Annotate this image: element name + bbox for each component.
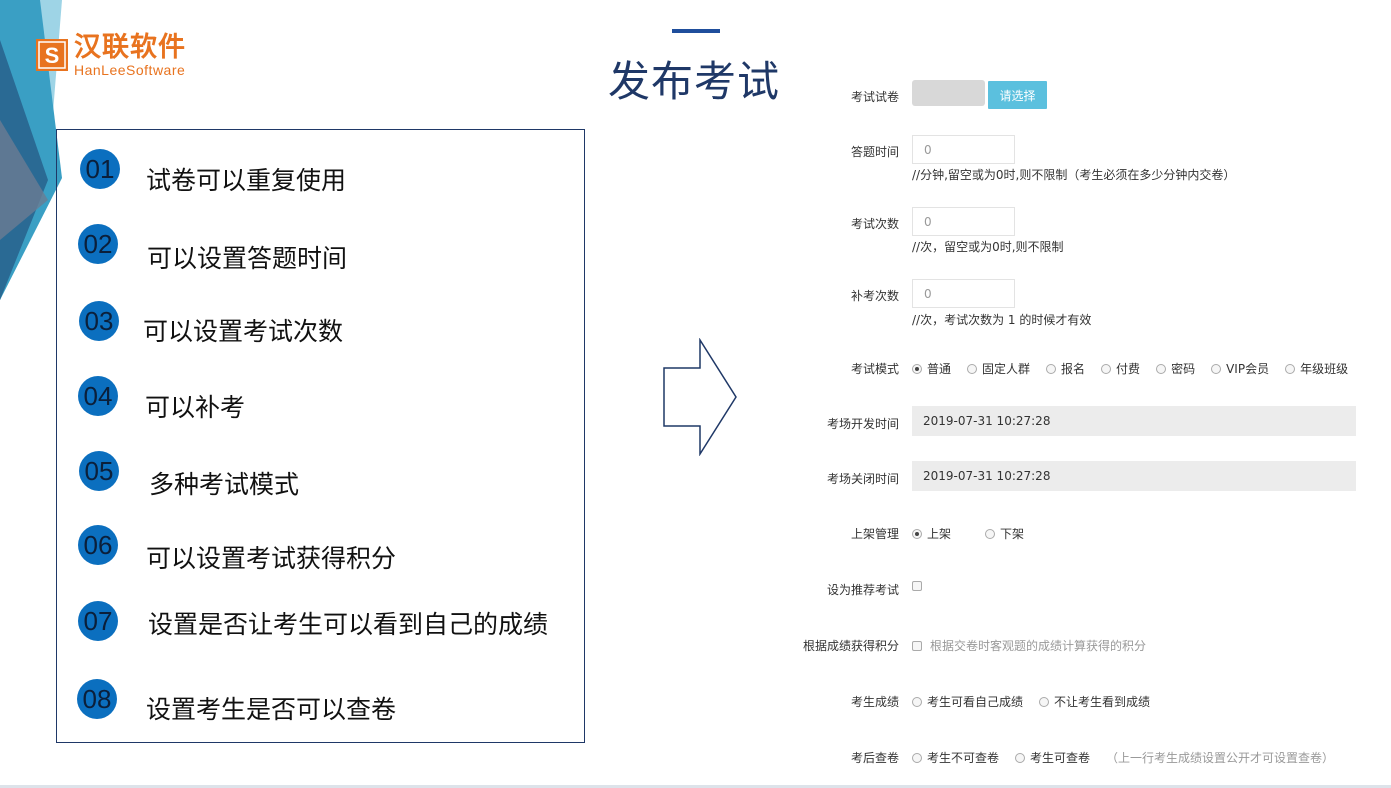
- exam-mode-label: 考试模式: [850, 362, 899, 376]
- makeup-times-hint: //次，考试次数为 1 的时候才有效: [912, 313, 1092, 327]
- publish-exam-form: 考试试卷 请选择 答题时间 0 //分钟,留空或为0时,则不限制（考生必须在多少…: [760, 0, 1391, 788]
- radio-icon: [1101, 363, 1112, 374]
- answer-time-hint: //分钟,留空或为0时,则不限制（考生必须在多少分钟内交卷）: [912, 168, 1236, 182]
- paper-display-field[interactable]: [912, 80, 985, 106]
- right-arrow-icon: [663, 338, 737, 456]
- logo-text-en: HanLeeSoftware: [74, 62, 186, 78]
- radio-checked-icon: [912, 363, 922, 374]
- feature-text: 多种考试模式: [149, 470, 300, 499]
- radio-icon: [1039, 696, 1050, 707]
- recommend-checkbox[interactable]: [912, 581, 922, 591]
- exam-times-hint: //次，留空或为0时,则不限制: [912, 240, 1064, 254]
- points-checkbox[interactable]: [912, 640, 922, 651]
- mode-option[interactable]: 密码: [1156, 360, 1195, 377]
- radio-icon: [1285, 363, 1296, 374]
- score-view-radio-group: 考生可看自己成绩 不让考生看到成绩: [912, 693, 1166, 710]
- feature-item: 06: [78, 525, 118, 565]
- feature-text: 设置是否让考生可以看到自己的成绩: [148, 610, 549, 639]
- feature-item: 05: [79, 451, 119, 491]
- radio-icon: [912, 752, 922, 763]
- logo-text-cn: 汉联软件: [74, 32, 186, 63]
- feature-number-badge: 05: [79, 451, 119, 491]
- feature-number-badge: 07: [78, 601, 118, 641]
- radio-icon: [1015, 752, 1026, 763]
- mode-option[interactable]: 年级班级: [1285, 360, 1348, 377]
- paper-label: 考试试卷: [850, 90, 899, 104]
- shelf-radio-group: 上架 下架: [912, 525, 1040, 542]
- feature-text: 可以设置考试获得积分: [146, 544, 397, 573]
- mode-option[interactable]: 固定人群: [967, 360, 1030, 377]
- recommend-label: 设为推荐考试: [826, 583, 899, 597]
- choose-paper-button[interactable]: 请选择: [988, 81, 1047, 109]
- open-time-label: 考场开发时间: [826, 417, 899, 431]
- mode-option[interactable]: 报名: [1046, 360, 1085, 377]
- shelf-option[interactable]: 上架: [912, 525, 951, 542]
- feature-number-badge: 01: [80, 149, 120, 189]
- review-label: 考后查卷: [850, 751, 899, 765]
- feature-number-badge: 02: [78, 224, 118, 264]
- mode-option[interactable]: 付费: [1101, 360, 1140, 377]
- exam-times-input[interactable]: 0: [912, 207, 1015, 236]
- review-option[interactable]: 考生可查卷: [1015, 749, 1090, 766]
- makeup-times-input[interactable]: 0: [912, 279, 1015, 308]
- radio-icon: [967, 363, 978, 374]
- company-logo: S 汉联软件 HanLeeSoftware: [36, 33, 186, 78]
- points-checkbox-wrap: 根据交卷时客观题的成绩计算获得的积分: [912, 637, 1146, 654]
- shelf-option[interactable]: 下架: [985, 525, 1024, 542]
- feature-number-badge: 04: [78, 376, 118, 416]
- exam-mode-radio-group: 普通 固定人群 报名 付费 密码 VIP会员 年级班级: [912, 360, 1348, 377]
- shelf-label: 上架管理: [850, 527, 899, 541]
- review-note: （上一行考生成绩设置公开才可设置查卷）: [1106, 751, 1335, 765]
- makeup-times-label: 补考次数: [850, 289, 899, 303]
- radio-icon: [1046, 363, 1057, 374]
- feature-number-badge: 03: [79, 301, 119, 341]
- feature-text: 设置考生是否可以查卷: [146, 695, 397, 724]
- answer-time-input[interactable]: 0: [912, 135, 1015, 164]
- radio-icon: [985, 528, 996, 539]
- feature-text: 可以设置答题时间: [147, 244, 348, 273]
- feature-text: 试卷可以重复使用: [146, 166, 347, 195]
- radio-icon: [1156, 363, 1167, 374]
- radio-icon: [1211, 363, 1222, 374]
- exam-times-label: 考试次数: [850, 217, 899, 231]
- svg-text:S: S: [45, 43, 60, 68]
- feature-item: 04: [78, 376, 118, 416]
- open-time-field[interactable]: 2019-07-31 10:27:28: [912, 406, 1356, 436]
- score-view-label: 考生成绩: [850, 695, 899, 709]
- review-radio-group: 考生不可查卷 考生可查卷 （上一行考生成绩设置公开才可设置查卷）: [912, 749, 1334, 766]
- radio-checked-icon: [912, 528, 922, 539]
- score-view-option[interactable]: 考生可看自己成绩: [912, 693, 1023, 710]
- recommend-checkbox-wrap: [912, 581, 930, 591]
- feature-item: 03: [79, 301, 119, 341]
- feature-item: 02: [78, 224, 118, 264]
- answer-time-label: 答题时间: [850, 145, 899, 159]
- review-option[interactable]: 考生不可查卷: [912, 749, 999, 766]
- points-label: 根据成绩获得积分: [802, 639, 899, 653]
- mode-option[interactable]: 普通: [912, 360, 951, 377]
- points-description: 根据交卷时客观题的成绩计算获得的积分: [930, 639, 1147, 653]
- close-time-field[interactable]: 2019-07-31 10:27:28: [912, 461, 1356, 491]
- title-accent-bar: [672, 29, 720, 33]
- feature-number-badge: 08: [77, 679, 117, 719]
- feature-list-box: 01 试卷可以重复使用 02 可以设置答题时间 03 可以设置考试次数 04 可…: [56, 129, 585, 743]
- logo-icon: S: [36, 39, 68, 71]
- mode-option[interactable]: VIP会员: [1211, 360, 1269, 377]
- feature-number-badge: 06: [78, 525, 118, 565]
- feature-item: 08: [77, 679, 117, 719]
- feature-item: 07: [78, 601, 118, 641]
- feature-item: 01: [80, 149, 120, 189]
- page-title: 发布考试: [608, 57, 781, 106]
- feature-text: 可以补考: [145, 393, 246, 422]
- radio-icon: [912, 696, 922, 707]
- score-view-option[interactable]: 不让考生看到成绩: [1039, 693, 1150, 710]
- close-time-label: 考场关闭时间: [826, 472, 899, 486]
- feature-text: 可以设置考试次数: [143, 317, 344, 346]
